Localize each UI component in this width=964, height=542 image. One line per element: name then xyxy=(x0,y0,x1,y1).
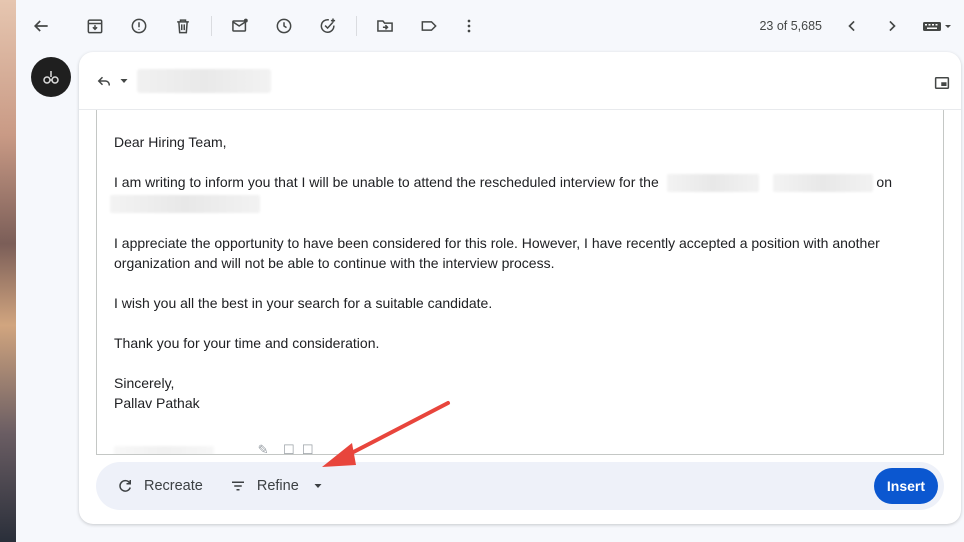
message-body: Dear Hiring Team, I am writing to inform… xyxy=(110,132,924,413)
label-icon[interactable] xyxy=(413,10,445,42)
back-arrow-icon[interactable] xyxy=(25,10,57,42)
reply-icon xyxy=(97,76,110,86)
reply-panel: Dear Hiring Team, I am writing to inform… xyxy=(79,52,961,524)
desktop-wallpaper xyxy=(0,0,16,542)
help-me-write-bar: Recreate Refine Insert xyxy=(96,462,944,510)
older-icon[interactable] xyxy=(876,10,908,42)
greeting: Dear Hiring Team, xyxy=(114,134,227,150)
newer-icon[interactable] xyxy=(836,10,868,42)
input-tools-icon[interactable] xyxy=(916,10,960,42)
recreate-button[interactable]: Recreate xyxy=(116,477,203,495)
mark-unread-icon[interactable] xyxy=(224,10,256,42)
faded-toolbar-icons: ✎ ☐ ☐ xyxy=(257,442,314,455)
popout-icon[interactable] xyxy=(933,74,951,97)
account-avatar[interactable] xyxy=(31,57,71,97)
recreate-label: Recreate xyxy=(144,478,203,494)
insert-button[interactable]: Insert xyxy=(873,468,938,504)
signature: Pallav Pathak xyxy=(114,394,200,411)
faded-text xyxy=(114,445,214,454)
toolbar-divider xyxy=(356,16,357,36)
formatting-row-partial: ✎ ☐ ☐ xyxy=(114,442,314,455)
paragraph-2: I appreciate the opportunity to have bee… xyxy=(114,234,880,271)
move-to-icon[interactable] xyxy=(369,10,401,42)
gmail-window: 23 of 5,685 Dear Hiring Team, I am writi… xyxy=(16,0,964,542)
refine-label: Refine xyxy=(256,478,299,494)
chevron-down-icon xyxy=(120,79,128,83)
add-task-icon[interactable] xyxy=(312,10,344,42)
delete-icon[interactable] xyxy=(167,10,199,42)
message-count: 23 of 5,685 xyxy=(759,19,822,33)
more-vert-icon[interactable] xyxy=(453,10,485,42)
paragraph-3: I wish you all the best in your search f… xyxy=(114,294,493,311)
paragraph-4: Thank you for your time and consideratio… xyxy=(114,334,380,351)
paragraph-1-text: I am writing to inform you that I will b… xyxy=(114,174,659,190)
closing: Sincerely, xyxy=(114,374,175,391)
report-spam-icon[interactable] xyxy=(123,10,155,42)
reply-type-button[interactable] xyxy=(95,72,129,90)
archive-icon[interactable] xyxy=(79,10,111,42)
reply-header xyxy=(79,52,961,110)
redacted-text xyxy=(110,194,260,213)
recipient-field-redacted[interactable] xyxy=(137,69,271,93)
toolbar-divider xyxy=(211,16,212,36)
message-toolbar: 23 of 5,685 xyxy=(16,0,964,52)
filter-lines-icon xyxy=(231,481,244,491)
chevron-down-icon xyxy=(314,484,322,488)
redacted-text xyxy=(666,174,759,193)
redacted-text xyxy=(772,174,873,193)
paragraph-1: I am writing to inform you that I will b… xyxy=(110,172,924,213)
refine-button[interactable]: Refine xyxy=(229,477,323,495)
snooze-icon[interactable] xyxy=(268,10,300,42)
refresh-icon xyxy=(119,479,131,492)
message-body-editor[interactable]: Dear Hiring Team, I am writing to inform… xyxy=(96,110,944,455)
paragraph-1-tail: on xyxy=(876,174,892,190)
